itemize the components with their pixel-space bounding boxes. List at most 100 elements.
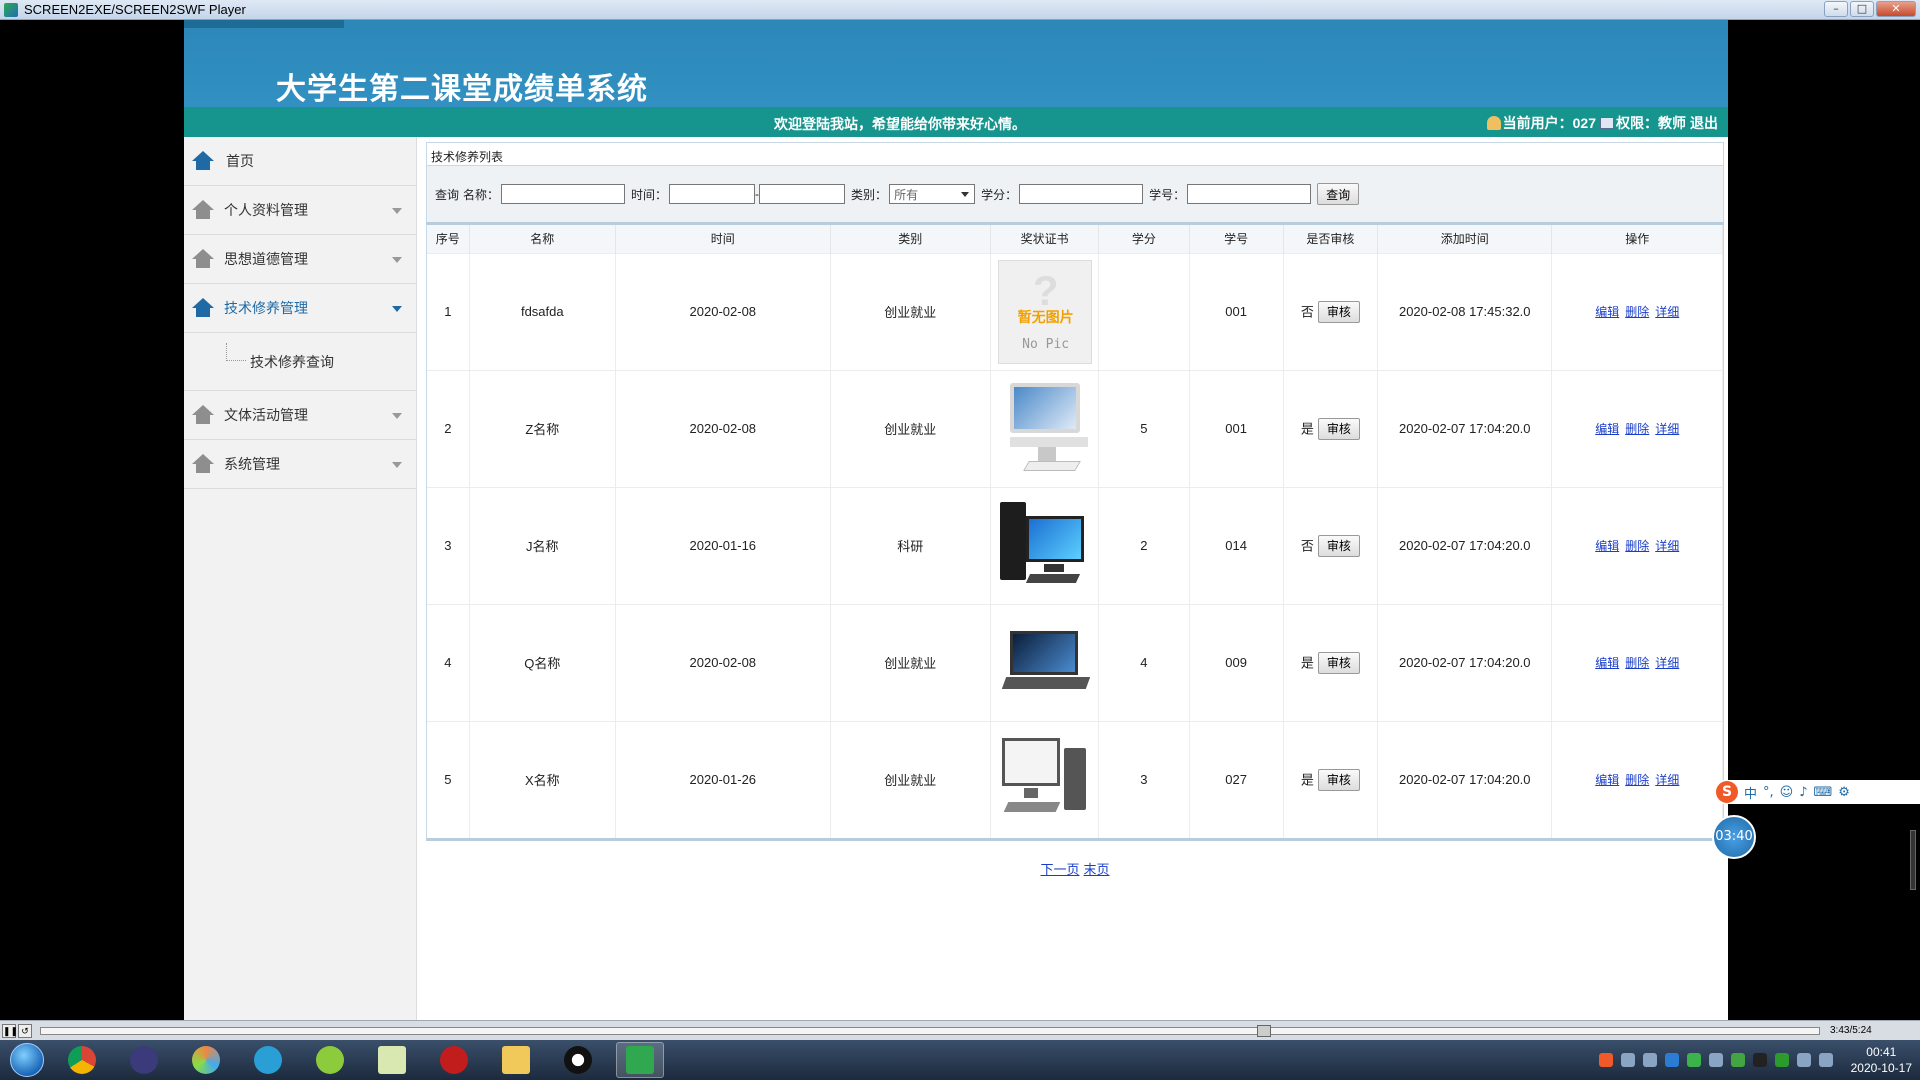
- tray-volume-icon[interactable]: [1796, 1053, 1811, 1067]
- taskbar-flash[interactable]: [430, 1042, 478, 1078]
- delete-link[interactable]: 删除: [1625, 422, 1649, 436]
- last-page-link[interactable]: 末页: [1084, 862, 1110, 877]
- type-select[interactable]: 所有: [889, 184, 976, 204]
- taskbar-explorer[interactable]: [492, 1042, 540, 1078]
- player-app-icon: [4, 2, 18, 17]
- side-scroll-handle[interactable]: [1910, 830, 1916, 890]
- ime-voice-icon: ♪: [1799, 784, 1808, 800]
- logout-link[interactable]: 退出: [1690, 113, 1718, 133]
- added-time: 2020-02-07 17:04:20.0: [1377, 720, 1553, 838]
- table-body: 1 fdsafda 2020-02-08 创业就业? 暂无图片 No Pic 001 否审核 2…: [427, 252, 1723, 838]
- chevron-down-icon: [392, 306, 402, 312]
- sidebar-subitem-technical-query[interactable]: 技术修养查询: [250, 352, 334, 372]
- chrome-icon: [68, 1046, 96, 1074]
- name-input[interactable]: [501, 184, 626, 204]
- tray-security-icon[interactable]: [1730, 1053, 1745, 1067]
- certificate-cell: [990, 720, 1100, 838]
- sidebar-item-moral[interactable]: 思想道德管理: [184, 235, 416, 284]
- detail-link[interactable]: 详细: [1655, 539, 1679, 553]
- audit-button[interactable]: 审核: [1317, 768, 1360, 791]
- audit-cell: 否审核: [1283, 486, 1379, 604]
- taskbar-chrome[interactable]: [58, 1042, 106, 1078]
- taskbar-app-6[interactable]: [368, 1042, 416, 1078]
- system-tray: 00:41 2020-10-17: [1598, 1040, 1920, 1080]
- query-button[interactable]: 查询: [1317, 183, 1360, 205]
- tower-computer-image: [998, 728, 1092, 832]
- seek-knob[interactable]: [1257, 1024, 1271, 1037]
- window-controls: – □ ✕: [1824, 1, 1916, 17]
- column-header: 时间: [615, 225, 831, 253]
- delete-link[interactable]: 删除: [1625, 656, 1649, 670]
- sidebar-item-home[interactable]: 首页: [184, 137, 416, 186]
- data-grid: 序号 名称 时间 类别 奖状证书 学分 学号 是否审核 添加时间 操作 1 fdsafda 2020-…: [426, 222, 1724, 841]
- taskbar-app-5[interactable]: [306, 1042, 354, 1078]
- minimize-button[interactable]: –: [1824, 1, 1848, 17]
- next-page-link[interactable]: 下一页: [1040, 862, 1079, 877]
- time-end-input[interactable]: [759, 184, 846, 204]
- sidebar-item-technical[interactable]: 技术修养管理: [184, 284, 416, 333]
- operations-cell: 编辑 删除 详细: [1551, 486, 1723, 604]
- tray-network-icon[interactable]: [1620, 1053, 1635, 1067]
- tray-display-icon[interactable]: [1818, 1053, 1833, 1067]
- sidebar-item-system[interactable]: 系统管理: [184, 440, 416, 489]
- pause-button[interactable]: ❚❚: [2, 1023, 18, 1038]
- ime-toolbar[interactable]: S 中 °, ☺ ♪ ⌨ ⚙: [1712, 780, 1920, 804]
- detail-link[interactable]: 详细: [1655, 656, 1679, 670]
- player-control-bar: ❚❚ ↺ 3:43/5:24: [0, 1020, 1920, 1040]
- player-window-title: SCREEN2EXE/SCREEN2SWF Player: [24, 2, 246, 17]
- table-row: 3 J名称 2020-01-16 科研 2 014 否审核 2020-02-07 17:04:…: [427, 486, 1723, 604]
- detail-link[interactable]: 详细: [1655, 305, 1679, 319]
- time-start-input[interactable]: [669, 184, 756, 204]
- close-button[interactable]: ✕: [1876, 1, 1916, 17]
- delete-link[interactable]: 删除: [1625, 773, 1649, 787]
- maximize-button[interactable]: □: [1850, 1, 1874, 17]
- taskbar-eclipse[interactable]: [120, 1042, 168, 1078]
- audit-button[interactable]: 审核: [1317, 417, 1360, 440]
- record-date: 2020-02-08: [615, 369, 831, 487]
- replay-button[interactable]: ↺: [18, 1023, 32, 1038]
- delete-link[interactable]: 删除: [1625, 305, 1649, 319]
- taskbar-player[interactable]: [616, 1042, 664, 1078]
- tray-qq-icon[interactable]: [1752, 1053, 1767, 1067]
- sidebar-item-profile[interactable]: 个人资料管理: [184, 186, 416, 235]
- audit-button[interactable]: 审核: [1317, 534, 1360, 557]
- edit-link[interactable]: 编辑: [1595, 539, 1619, 553]
- pager: 下一页 末页: [426, 859, 1724, 878]
- operations-cell: 编辑 删除 详细: [1551, 252, 1723, 370]
- ime-settings-icon: ⚙: [1838, 784, 1850, 800]
- tray-shield-icon[interactable]: [1664, 1053, 1679, 1067]
- edit-link[interactable]: 编辑: [1595, 773, 1619, 787]
- current-user-value: 027: [1572, 115, 1596, 131]
- audit-button[interactable]: 审核: [1317, 651, 1360, 674]
- taskbar-qq[interactable]: [554, 1042, 602, 1078]
- student-id-input[interactable]: [1187, 184, 1312, 204]
- tray-app-icon[interactable]: [1642, 1053, 1657, 1067]
- edit-link[interactable]: 编辑: [1595, 422, 1619, 436]
- tray-battery-icon[interactable]: [1774, 1053, 1789, 1067]
- colorful-app-icon: [192, 1046, 220, 1074]
- tray-sogou-icon[interactable]: [1598, 1053, 1613, 1067]
- tray-arrow-icon[interactable]: [1708, 1053, 1723, 1067]
- audit-cell: 是审核: [1283, 720, 1379, 838]
- sidebar-item-culture[interactable]: 文体活动管理: [184, 391, 416, 440]
- detail-link[interactable]: 详细: [1655, 422, 1679, 436]
- edit-link[interactable]: 编辑: [1595, 656, 1619, 670]
- record-type: 创业就业: [830, 603, 992, 721]
- taskbar-app-3[interactable]: [182, 1042, 230, 1078]
- detail-link[interactable]: 详细: [1655, 773, 1679, 787]
- taskbar-browser[interactable]: [244, 1042, 292, 1078]
- seek-bar[interactable]: [40, 1024, 1820, 1037]
- credit-input[interactable]: [1019, 184, 1144, 204]
- added-time: 2020-02-08 17:45:32.0: [1377, 252, 1553, 370]
- table-row: 1 fdsafda 2020-02-08 创业就业? 暂无图片 No Pic 001 否审核 2…: [427, 252, 1723, 370]
- column-header: 学分: [1098, 225, 1190, 253]
- start-button-icon[interactable]: [10, 1043, 44, 1077]
- home-icon: [192, 249, 214, 269]
- ime-language-indicator[interactable]: 中: [1744, 783, 1757, 802]
- delete-link[interactable]: 删除: [1625, 539, 1649, 553]
- edit-link[interactable]: 编辑: [1595, 305, 1619, 319]
- audit-button[interactable]: 审核: [1317, 300, 1360, 323]
- taskbar-clock[interactable]: 00:41 2020-10-17: [1851, 1044, 1912, 1076]
- tray-wechat-icon[interactable]: [1686, 1053, 1701, 1067]
- record-credit: 5: [1098, 369, 1190, 487]
